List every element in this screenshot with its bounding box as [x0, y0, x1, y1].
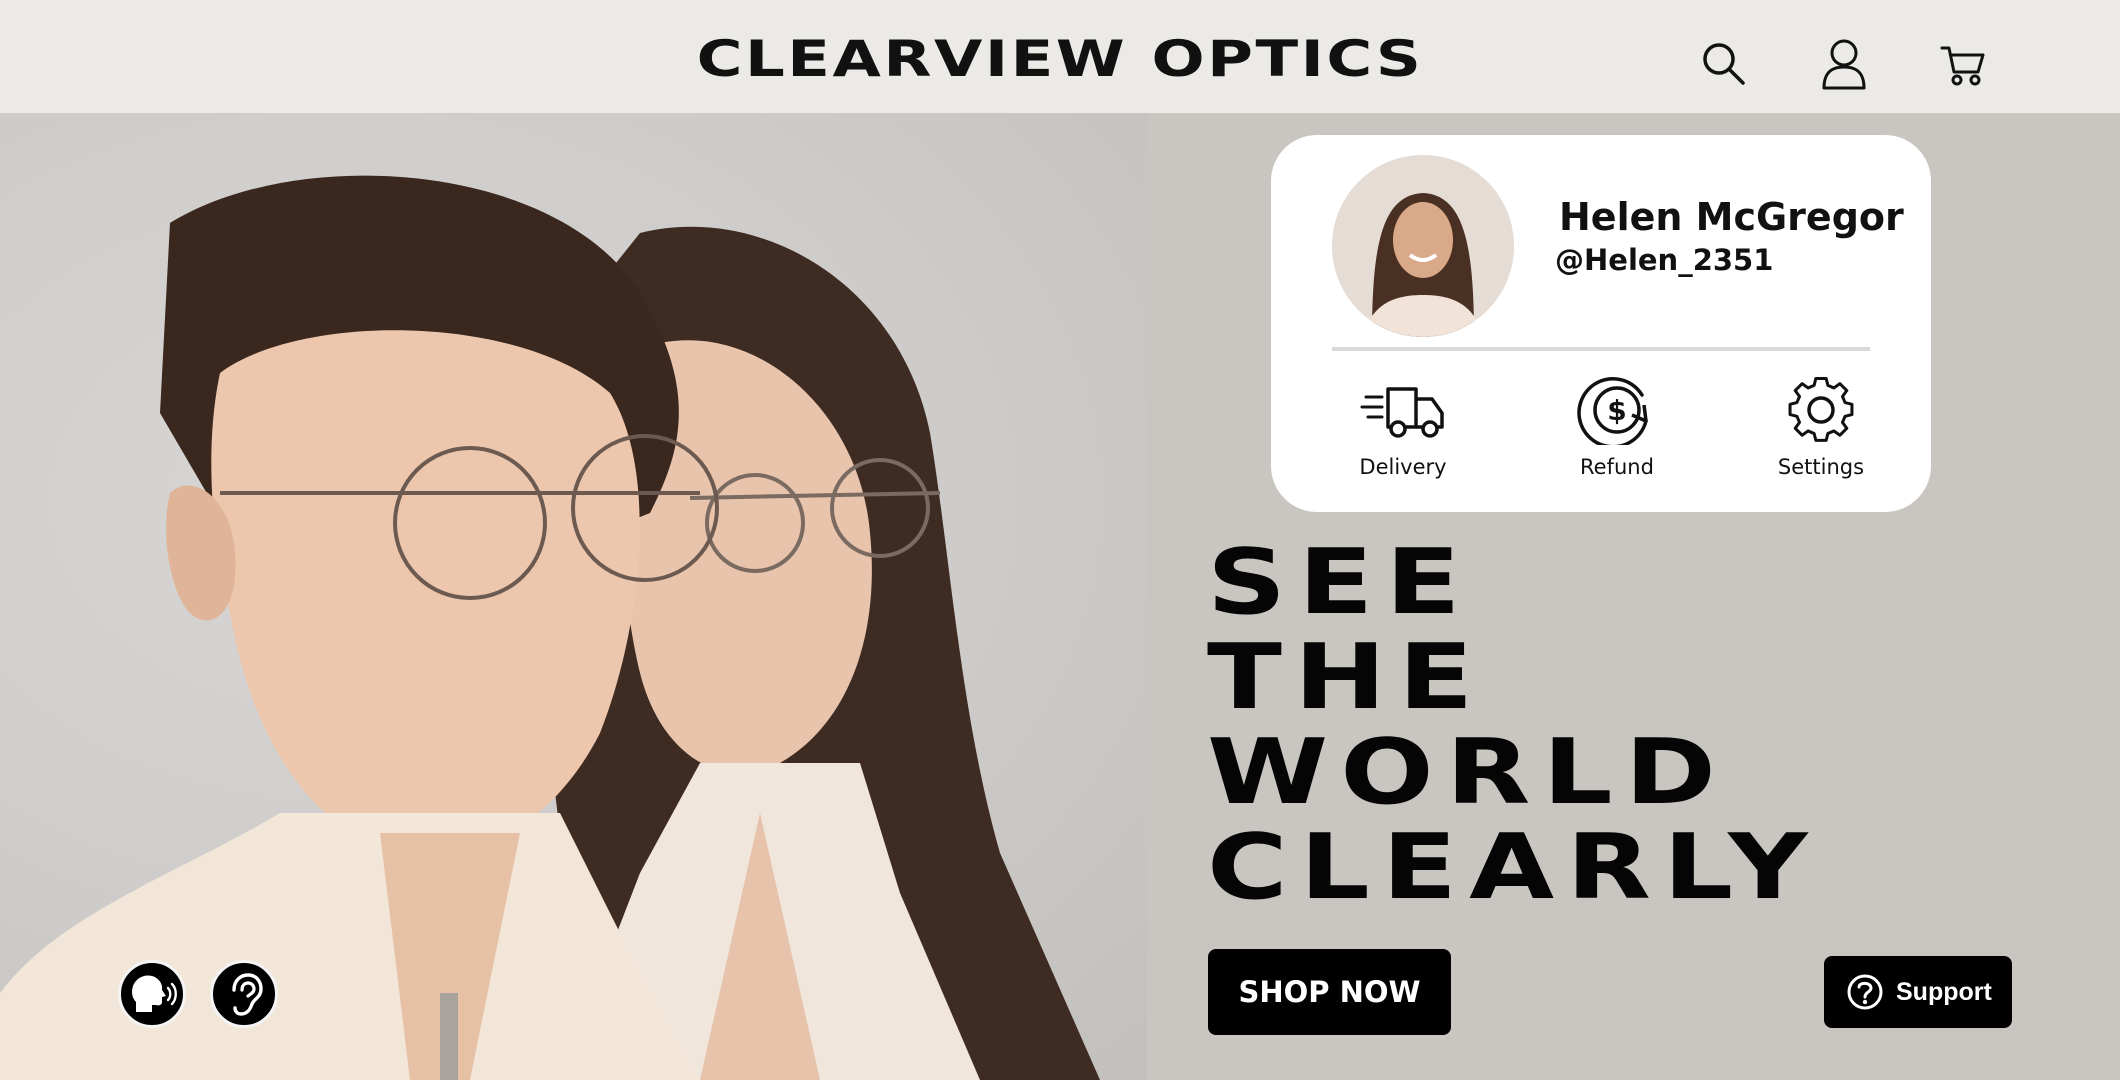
- support-label: Support: [1896, 977, 1992, 1006]
- headline-line: CLEARLY: [1207, 815, 1820, 920]
- brand-logo[interactable]: CLEARVIEW OPTICS: [0, 30, 2120, 88]
- search-icon[interactable]: [1700, 40, 1746, 86]
- speech-icon: [132, 975, 177, 1012]
- user-icon[interactable]: [1820, 38, 1868, 90]
- question-circle-icon: [1847, 974, 1883, 1010]
- page: CLEARVIEW OPTICS Helen McGregor @Helen_2…: [0, 0, 2120, 1080]
- hero-headline: SEE THE WORLD CLEARLY: [1207, 535, 1820, 915]
- hero-photo: [0, 113, 1147, 1080]
- card-divider: [1332, 347, 1870, 351]
- delivery-label: Delivery: [1359, 455, 1447, 479]
- hearing-icon: [232, 973, 263, 1016]
- cart-icon[interactable]: [1940, 42, 1986, 88]
- svg-text:$: $: [1607, 394, 1626, 427]
- speech-accessibility-button[interactable]: [118, 960, 186, 1028]
- headline-line: WORLD: [1207, 720, 1729, 825]
- delivery-truck-icon: [1360, 387, 1444, 438]
- refund-button[interactable]: $ Refund: [1547, 375, 1687, 495]
- hearing-accessibility-button[interactable]: [210, 960, 278, 1028]
- profile-handle: @Helen_2351: [1555, 243, 1774, 277]
- settings-button[interactable]: Settings: [1751, 375, 1891, 495]
- shop-now-button[interactable]: SHOP NOW: [1208, 949, 1451, 1035]
- refund-label: Refund: [1580, 455, 1654, 479]
- settings-label: Settings: [1777, 455, 1865, 479]
- support-button[interactable]: Support: [1824, 956, 2012, 1028]
- headline-line: SEE: [1207, 530, 1473, 635]
- avatar[interactable]: [1332, 155, 1514, 337]
- refund-dollar-icon: $: [1577, 377, 1648, 445]
- gear-icon: [1788, 376, 1854, 442]
- delivery-button[interactable]: Delivery: [1333, 375, 1473, 495]
- top-navigation-bar: CLEARVIEW OPTICS: [0, 0, 2120, 113]
- profile-name: Helen McGregor: [1559, 195, 1904, 239]
- headline-line: THE: [1207, 625, 1486, 730]
- profile-card: Helen McGregor @Helen_2351 Delivery $ Re…: [1271, 135, 1931, 512]
